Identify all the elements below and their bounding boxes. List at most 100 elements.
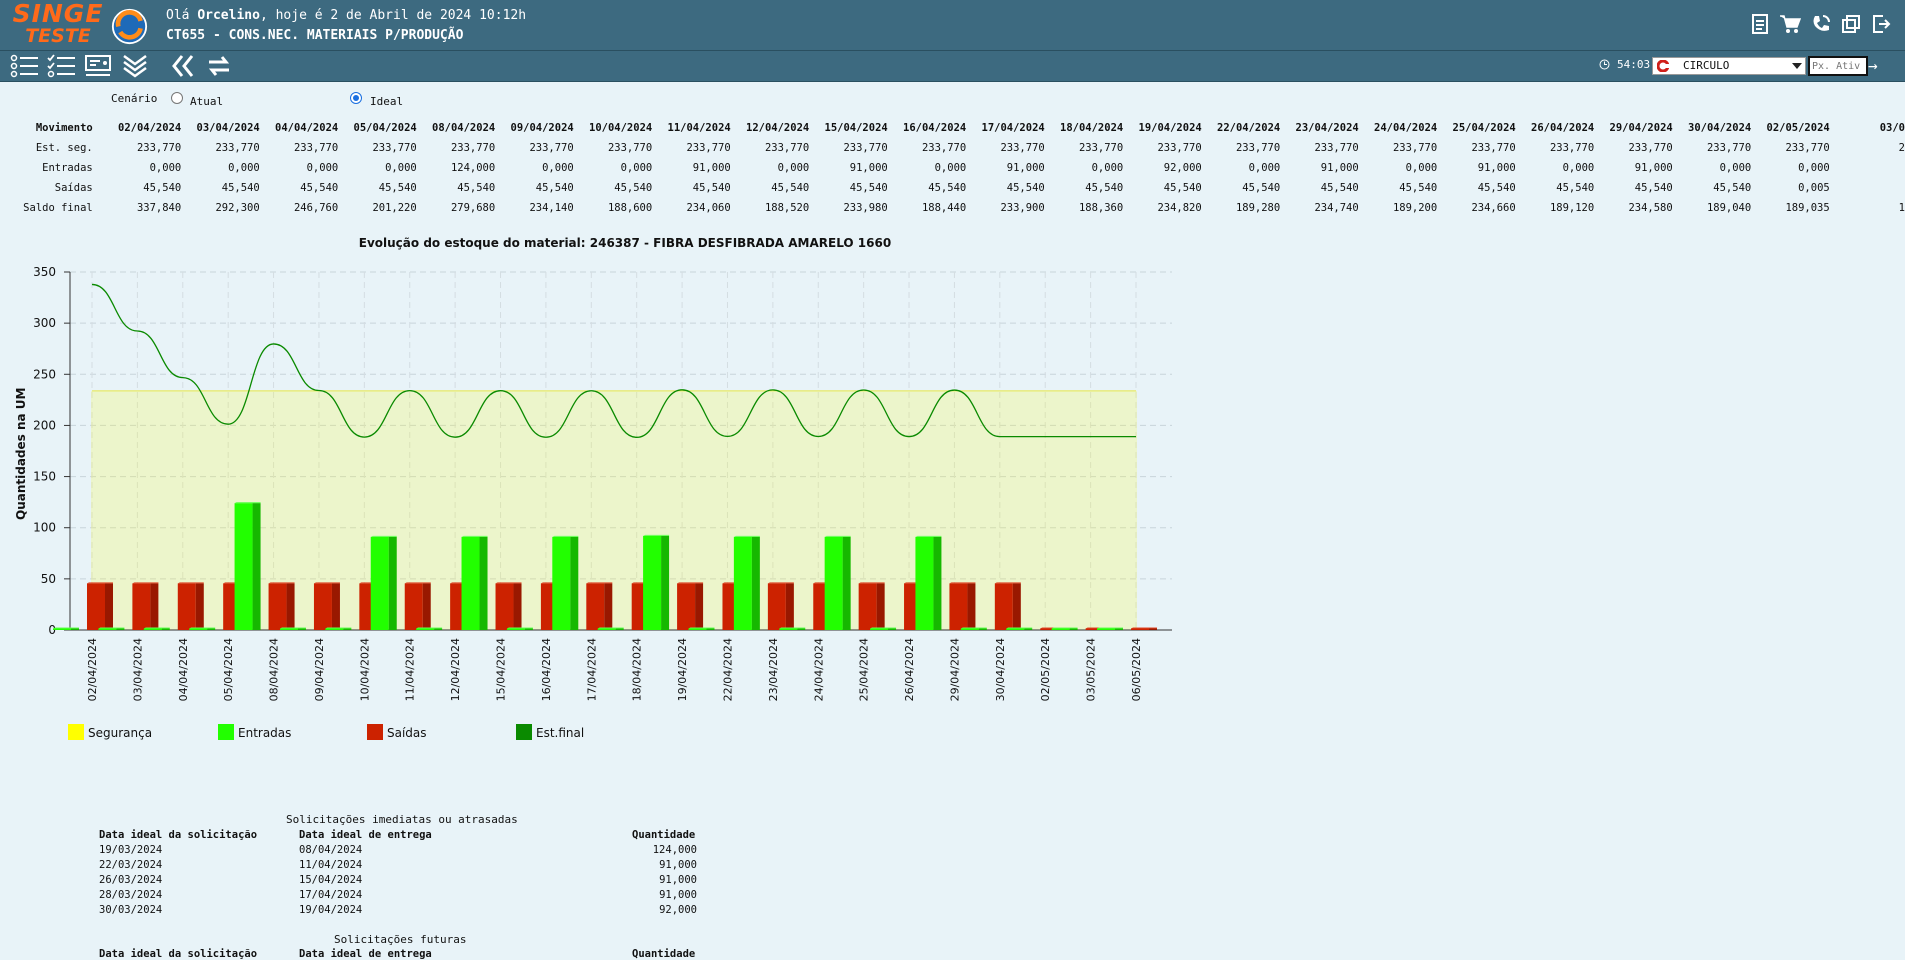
screen-options-icon[interactable] xyxy=(84,54,114,78)
movimento-cell: 91,000 xyxy=(1320,162,1359,174)
x-tick-label: 03/05/2024 xyxy=(1085,638,1098,701)
bar-side xyxy=(513,583,522,630)
bar-top xyxy=(370,535,397,537)
refresh-icon[interactable] xyxy=(206,54,232,78)
bar-top xyxy=(313,582,340,584)
movimento-date-header: 03/0 xyxy=(1879,122,1905,134)
bar xyxy=(858,583,877,630)
radio-atual[interactable] xyxy=(171,92,183,104)
movimento-cell: 201,220 xyxy=(372,202,417,214)
logo-line2: TESTE xyxy=(25,25,91,47)
logo-ball-icon xyxy=(111,8,148,45)
movimento-cell: 189,035 xyxy=(1785,202,1830,214)
company-logo-icon xyxy=(1657,60,1669,72)
futuras-header-entrega: Data ideal de entrega xyxy=(299,948,432,960)
movimento-date-header: 05/04/2024 xyxy=(353,122,417,134)
document-icon[interactable] xyxy=(1751,14,1769,34)
movimento-cell: 188,440 xyxy=(921,202,967,214)
logout-icon[interactable] xyxy=(1871,14,1891,34)
movimento-cell: 188,520 xyxy=(764,202,810,214)
back-icon[interactable] xyxy=(170,54,196,78)
windows-icon[interactable] xyxy=(1841,14,1861,34)
movimento-row: Saídas 45,540 45,540 45,540 45,540 45,540 45,5… xyxy=(0,178,1905,198)
bar-top xyxy=(1131,627,1157,629)
bar-side xyxy=(207,628,216,630)
bar-top xyxy=(915,535,942,537)
movimento-cell: 279,680 xyxy=(450,202,496,214)
x-tick-label: 16/04/2024 xyxy=(540,638,553,701)
bar xyxy=(1006,628,1025,630)
movimento-cell: 0,000 xyxy=(385,162,417,174)
bar-top xyxy=(688,627,715,629)
movimento-cell: 45,540 xyxy=(928,182,967,194)
movimento-cell: 0,000 xyxy=(1719,162,1752,174)
arrow-right-icon[interactable]: → xyxy=(1868,56,1878,75)
bar-top xyxy=(733,535,760,537)
bar-top xyxy=(677,582,704,584)
bar-side xyxy=(797,628,806,630)
screen-title: CT655 - CONS.NEC. MATERIAIS P/PRODUÇÃO xyxy=(166,28,464,43)
px-ativ-input[interactable] xyxy=(1808,56,1868,76)
bar xyxy=(1051,628,1070,630)
movimento-cell: 91,000 xyxy=(692,162,731,174)
imediatas-cell: 91,000 xyxy=(659,859,697,871)
movimento-date-header: 15/04/2024 xyxy=(824,122,888,134)
bar xyxy=(177,583,196,630)
movimento-cell: 233,980 xyxy=(843,202,888,214)
movimento-cell: 45,540 xyxy=(1634,182,1673,194)
bar-side xyxy=(388,536,397,630)
movimento-cell: 45,540 xyxy=(1085,182,1124,194)
movimento-row-label: Entradas xyxy=(42,162,93,174)
greeting: Olá Orcelino, hoje é 2 de Abril de 2024 … xyxy=(166,8,526,23)
movimento-cell: 91,000 xyxy=(1006,162,1045,174)
y-tick-label: 300 xyxy=(33,316,56,330)
movimento-header-label: Movimento xyxy=(35,122,93,134)
movimento-cell: 0,000 xyxy=(1562,162,1595,174)
bar-top xyxy=(858,582,885,584)
x-tick-label: 02/05/2024 xyxy=(1039,638,1052,701)
movimento-cell: 0,000 xyxy=(149,162,182,174)
movimento-cell: 124,000 xyxy=(450,162,496,174)
imediatas-cell: 17/04/2024 xyxy=(299,889,363,901)
movimento-cell: 45,540 xyxy=(614,182,653,194)
bar-top xyxy=(461,535,488,537)
checklist-icon[interactable] xyxy=(47,54,77,78)
y-tick-label: 50 xyxy=(41,572,56,586)
movimento-cell: 233,770 xyxy=(764,142,810,154)
cart-icon[interactable] xyxy=(1779,14,1801,34)
bar-top xyxy=(1097,627,1123,629)
movimento-cell: 45,540 xyxy=(1320,182,1359,194)
expand-down-icon[interactable] xyxy=(121,54,151,78)
phone-icon[interactable] xyxy=(1811,14,1831,34)
imediatas-cell: 19/03/2024 xyxy=(99,844,163,856)
movimento-cell: 45,540 xyxy=(1399,182,1438,194)
movimento-cell: 234,580 xyxy=(1628,202,1673,214)
movimento-cell: 188,600 xyxy=(607,202,653,214)
x-tick-label: 09/04/2024 xyxy=(313,638,326,701)
x-tick-label: 17/04/2024 xyxy=(585,638,598,701)
bar-side xyxy=(434,628,443,630)
radio-ideal[interactable] xyxy=(350,92,362,104)
bar-top xyxy=(98,627,125,629)
movimento-cell: 0,000 xyxy=(542,162,574,174)
movimento-cell: 234,140 xyxy=(529,202,574,214)
x-tick-label: 24/04/2024 xyxy=(812,638,825,701)
movimento-cell: 233,770 xyxy=(529,142,574,154)
x-tick-label: 03/04/2024 xyxy=(131,638,144,701)
movimento-row: Est. seg. 233,770 233,770 233,770 233,770 233… xyxy=(0,138,1905,158)
legend-label: Saídas xyxy=(387,726,427,740)
movimento-cell: 189,280 xyxy=(1235,202,1281,214)
imediatas-cell: 26/03/2024 xyxy=(99,874,163,886)
imediatas-cell: 92,000 xyxy=(659,904,697,916)
legend-label: Entradas xyxy=(238,726,292,740)
radio-ideal-label: Ideal xyxy=(370,95,404,108)
bar xyxy=(143,628,162,630)
bar xyxy=(313,583,332,630)
movimento-row: Saldo final 337,840 292,300 246,760 201,220 2… xyxy=(0,198,1905,218)
list-filter-icon[interactable] xyxy=(10,54,40,78)
movimento-cell: 189,200 xyxy=(1392,202,1438,214)
movimento-cell: 233,770 xyxy=(1706,142,1752,154)
company-select[interactable]: CIRCULO xyxy=(1652,57,1806,75)
x-tick-label: 22/04/2024 xyxy=(721,638,734,701)
bar-side xyxy=(343,628,352,630)
